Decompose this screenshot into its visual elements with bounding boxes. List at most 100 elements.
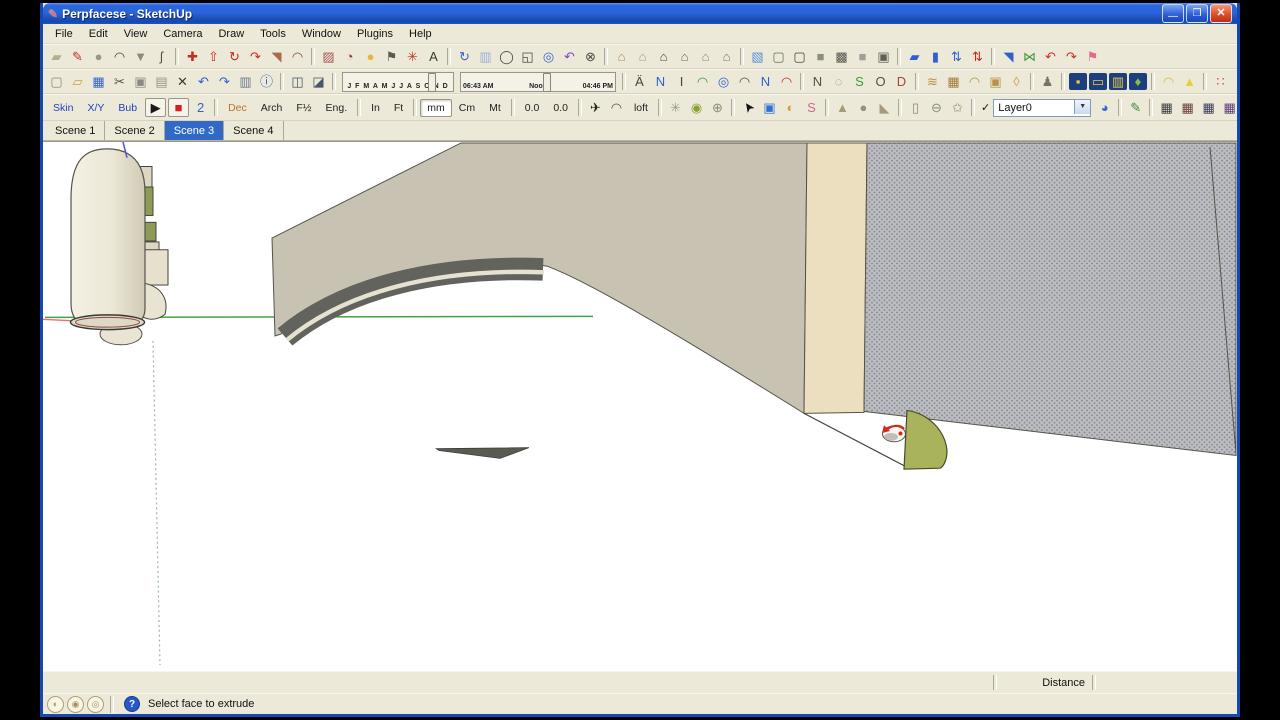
undo[interactable]: ↶ [193, 72, 214, 92]
perp-updown-tool-1[interactable]: ⇅ [946, 47, 967, 67]
right-wall-textured-face[interactable] [863, 142, 1237, 457]
curve-n2-tool[interactable]: N [755, 72, 776, 92]
style-back-edges[interactable]: ▣ [873, 47, 894, 67]
style-xray[interactable]: ▧ [747, 47, 768, 67]
view-top[interactable]: ⌂ [632, 47, 653, 67]
curve-undo-tool[interactable]: ↶ [1040, 47, 1061, 67]
layer-manager[interactable]: ◕ [1094, 98, 1115, 118]
close-button[interactable]: ✕ [1210, 4, 1232, 23]
style-monochrome[interactable]: ■ [852, 47, 873, 67]
style-shaded[interactable]: ■ [810, 47, 831, 67]
text-tool[interactable]: ⚑ [381, 47, 402, 67]
select-cursor-tool[interactable]: ➤ [738, 98, 759, 118]
extrude-edges-by-vector[interactable]: ▦ [1177, 98, 1198, 118]
new-file[interactable]: ▢ [46, 72, 67, 92]
flag-tool[interactable]: ⚑ [1082, 47, 1103, 67]
menu-window[interactable]: Window [294, 26, 349, 42]
wrench-tool[interactable]: S [849, 72, 870, 92]
chevron-down-icon[interactable]: ▼ [1074, 99, 1091, 114]
zoom-window-tool[interactable]: ◱ [517, 47, 538, 67]
zoom-tool[interactable]: ◯ [496, 47, 517, 67]
scale-tool[interactable]: ◥ [266, 47, 287, 67]
arc-green-tool[interactable]: ◠ [692, 72, 713, 92]
polyline-tool[interactable]: N [807, 72, 828, 92]
film-stage-3[interactable]: ▥ [1109, 73, 1127, 90]
shadow-date-thumb[interactable] [427, 72, 436, 92]
cut[interactable]: ✂ [109, 72, 130, 92]
pushpull-tool[interactable]: ⇧ [203, 47, 224, 67]
menu-view[interactable]: View [116, 26, 156, 42]
drape-tool[interactable]: ◊ [1006, 72, 1027, 92]
offset-tool[interactable]: ◠ [287, 47, 308, 67]
flatten-arc-tool[interactable]: ◠ [606, 98, 627, 118]
rectangle-tool[interactable]: ▰ [46, 47, 67, 67]
menu-edit[interactable]: Edit [81, 26, 116, 42]
rotate-widget[interactable] [882, 424, 906, 443]
shadow-time-thumb[interactable] [542, 72, 551, 92]
film-stage-4[interactable]: ♦ [1129, 73, 1147, 90]
view-iso[interactable]: ⌂ [611, 47, 632, 67]
titlebar[interactable]: ✎ Perpfacese - SketchUp — ❒ ✕ [43, 3, 1237, 24]
zoom-previous-tool[interactable]: ↶ [559, 47, 580, 67]
view-front[interactable]: ⌂ [653, 47, 674, 67]
open-file[interactable]: ▱ [67, 72, 88, 92]
sandbox-from-scratch[interactable]: ▦ [943, 72, 964, 92]
perp-face-tool-1[interactable]: ▰ [904, 47, 925, 67]
copy[interactable]: ▣ [130, 72, 151, 92]
extrude-edges-by-rails[interactable]: ▦ [1156, 98, 1177, 118]
curve-i-tool[interactable]: I [671, 72, 692, 92]
tan-wedge-tool[interactable]: ◣ [874, 98, 895, 118]
scene-tab-scene-2[interactable]: Scene 2 [105, 121, 165, 140]
film-stage-1[interactable]: ▪ [1069, 73, 1087, 90]
shadow-time-slider[interactable]: 06:43 AM Noon 04:46 PM [460, 71, 616, 92]
capsule-object[interactable] [69, 148, 169, 346]
scene-tab-scene-4[interactable]: Scene 4 [224, 121, 284, 140]
menu-help[interactable]: Help [401, 26, 440, 42]
xy-tool[interactable]: X/Y [80, 99, 111, 117]
view-right[interactable]: ⌂ [716, 47, 737, 67]
sandbox-from-contours[interactable]: ≋ [922, 72, 943, 92]
view-left[interactable]: ⌂ [695, 47, 716, 67]
model-info[interactable]: ⓘ [256, 72, 277, 92]
arc-red-tool[interactable]: ◠ [776, 72, 797, 92]
precision-increase-button[interactable]: 0.0 [546, 99, 575, 117]
arc-dark-tool[interactable]: ◠ [734, 72, 755, 92]
scene-tab-scene-1[interactable]: Scene 1 [46, 121, 106, 140]
dark-sliver-face[interactable] [434, 447, 530, 459]
unit-cm-button[interactable]: Cm [452, 99, 482, 117]
wire-sphere-tool[interactable]: ⊕ [707, 98, 728, 118]
viewport-3d[interactable] [43, 141, 1237, 671]
bezier-curve-tool[interactable]: Ä [629, 72, 650, 92]
record-stop-button[interactable]: ■ [168, 98, 190, 117]
polygon-tool[interactable]: ▼ [130, 47, 151, 67]
save-file[interactable]: ▦ [88, 72, 109, 92]
perp-updown-tool-2[interactable]: ⇅ [967, 47, 988, 67]
vcb-value-box[interactable] [1096, 675, 1232, 691]
worm-tool[interactable]: S [801, 98, 822, 118]
layer-visible-check[interactable]: ✓ [981, 101, 990, 114]
unit-inches-button[interactable]: In [364, 99, 387, 117]
menu-plugins[interactable]: Plugins [349, 26, 401, 42]
palette-dots-2[interactable]: ∷ [1231, 72, 1237, 92]
axes-tool[interactable]: ✳ [402, 47, 423, 67]
unit-feet-button[interactable]: Ft [387, 99, 410, 117]
palette-dots-1[interactable]: ∷ [1210, 72, 1231, 92]
menu-file[interactable]: File [47, 26, 81, 42]
circle-tool[interactable]: ● [88, 47, 109, 67]
loft-button[interactable]: loft [627, 99, 655, 117]
format-engineering-button[interactable]: Eng. [319, 99, 355, 117]
geolocation-icon[interactable]: ◐ [47, 695, 64, 713]
extrude-star-tool[interactable]: ✩ [947, 98, 968, 118]
menu-tools[interactable]: Tools [252, 26, 294, 42]
section-x-tool[interactable]: ⋈ [1019, 47, 1040, 67]
orbit-tool[interactable]: ↻ [454, 47, 475, 67]
format-decimal-button[interactable]: Dec [221, 99, 254, 117]
stamp-tool[interactable]: ▣ [985, 72, 1006, 92]
tape-measure-tool[interactable]: ▨ [318, 47, 339, 67]
smoove-tool[interactable]: ◠ [964, 72, 985, 92]
menu-draw[interactable]: Draw [210, 26, 252, 42]
extrude-lens-tool[interactable]: ⊖ [926, 98, 947, 118]
claim-model-icon[interactable]: ◉ [67, 695, 84, 713]
erase[interactable]: ✕ [172, 72, 193, 92]
pan-tool[interactable]: ▥ [475, 47, 496, 67]
